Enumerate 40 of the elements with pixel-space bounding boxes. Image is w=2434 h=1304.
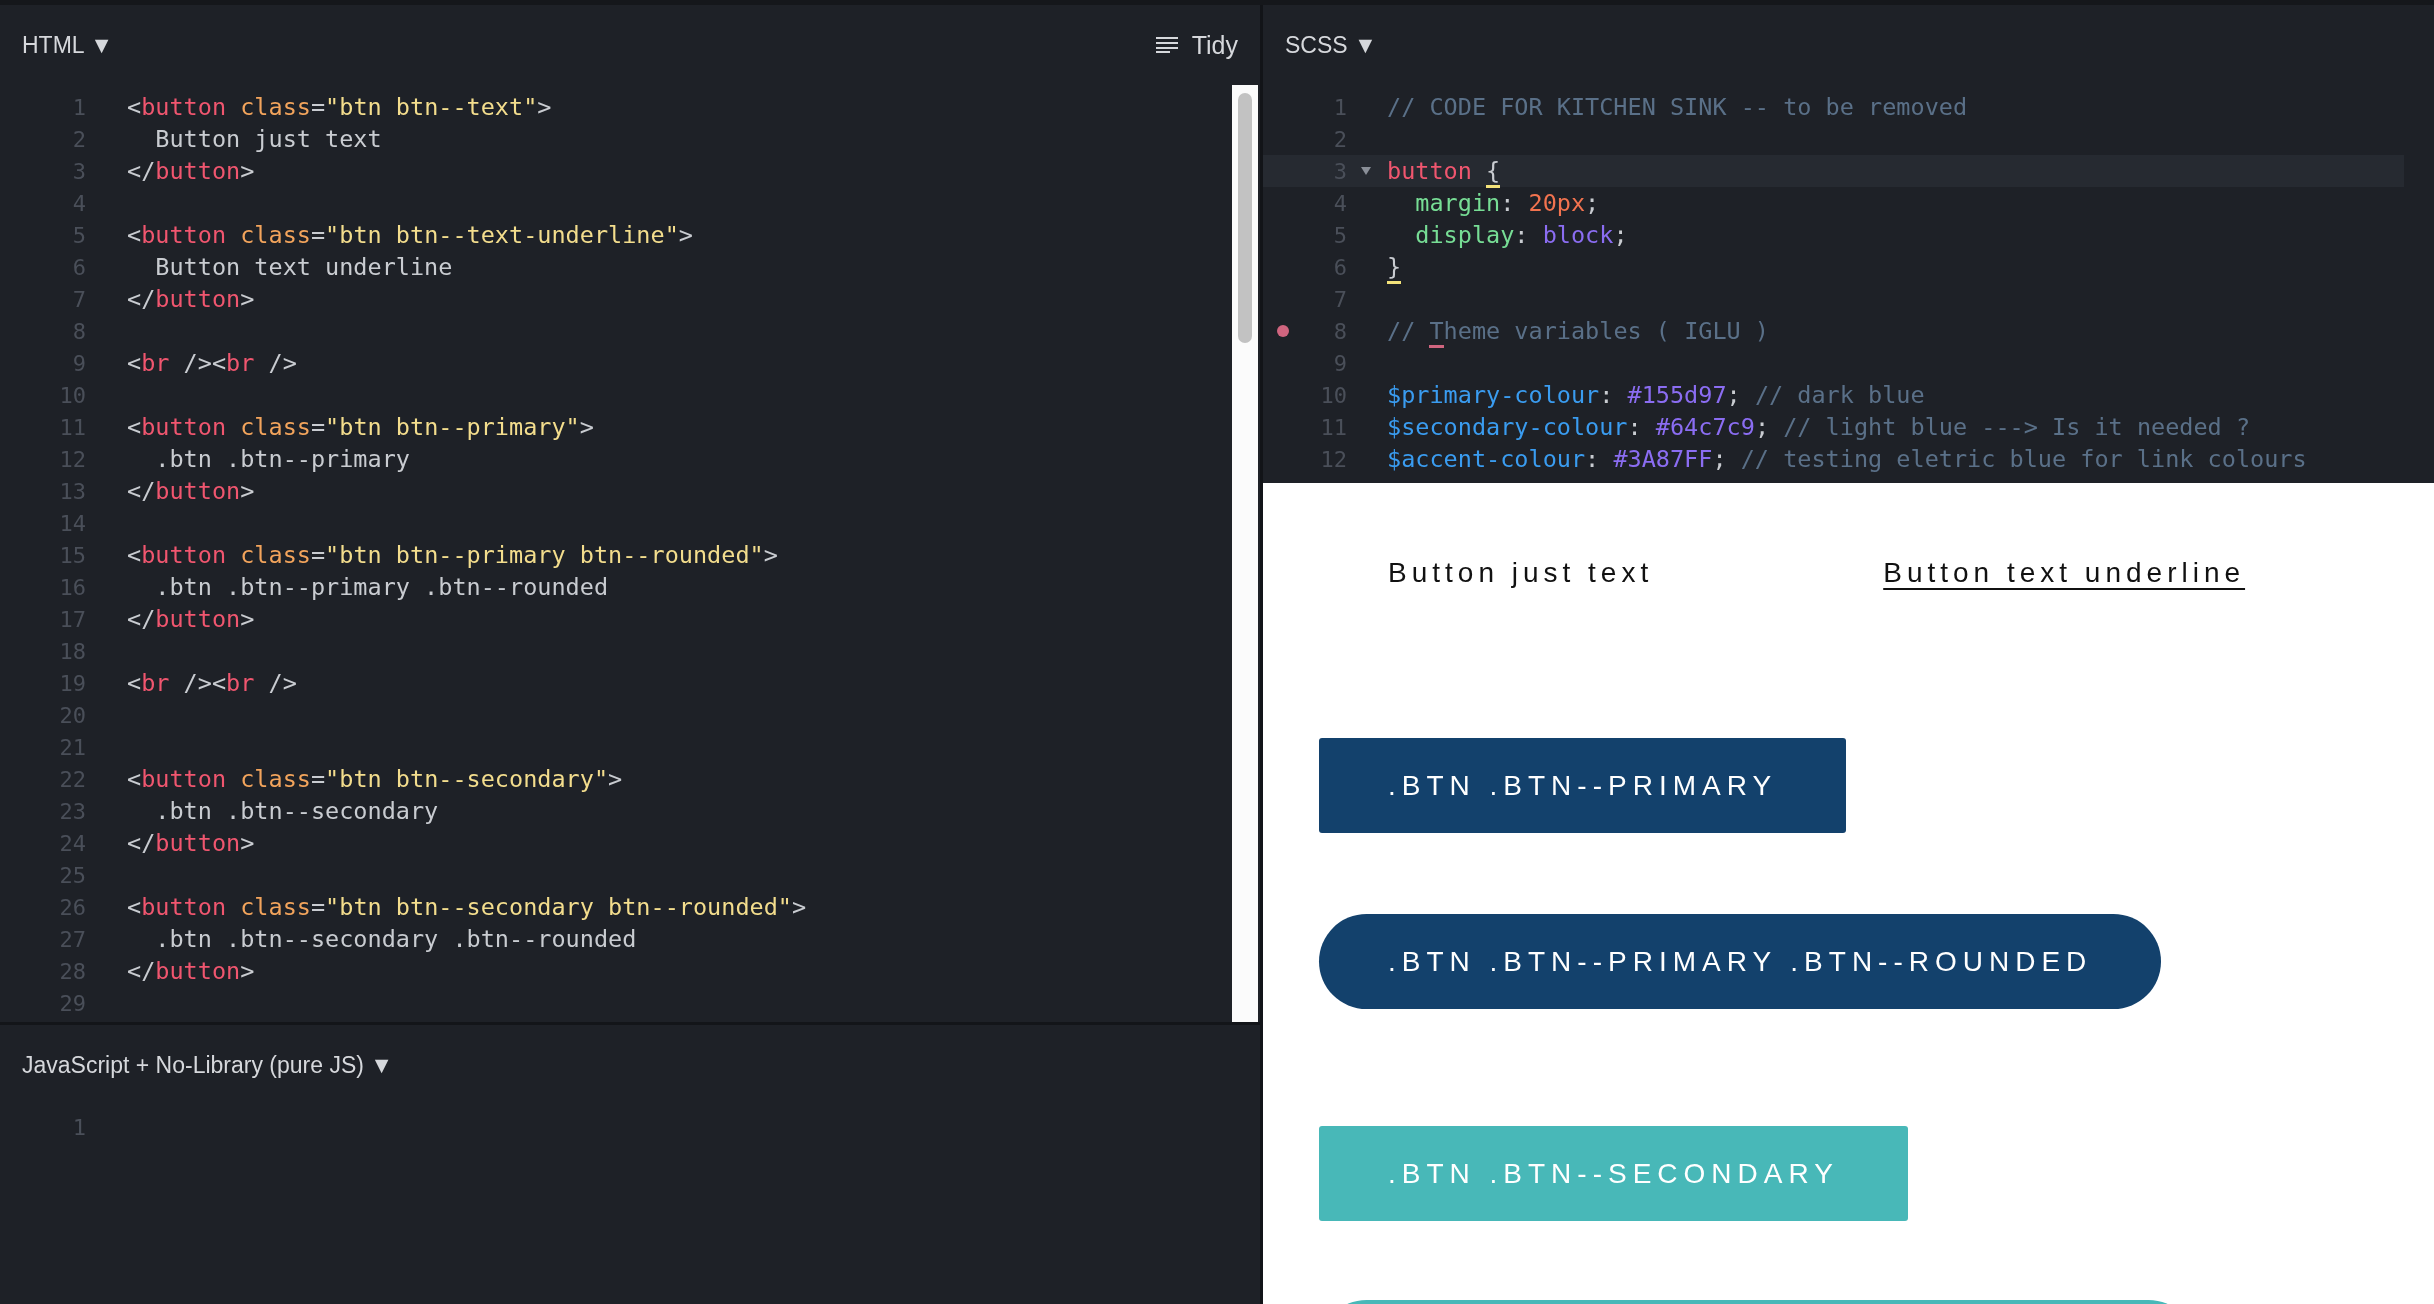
code-line: .btn .btn--secondary .btn--rounded <box>154 925 637 953</box>
code-line: .btn .btn--primary .btn--rounded <box>154 573 609 601</box>
code-line: .btn .btn--primary <box>154 445 410 473</box>
code-line: margin: 20px; <box>1414 189 1600 217</box>
code-line: <button class="btn btn--secondary"> <box>127 765 623 793</box>
code-line: <button class="btn btn--text"> <box>127 93 552 121</box>
preview-button[interactable]: .BTN .BTN--PRIMARY <box>1319 738 1847 833</box>
code-line: <button class="btn btn--text-underline"> <box>127 221 693 249</box>
code-line: .btn .btn--secondary <box>154 797 439 825</box>
language-dropdown[interactable]: JavaScript + No-Library (pure JS) ▼ <box>22 1051 394 1079</box>
text-button[interactable]: Button just text <box>1319 525 1723 620</box>
code-line: display: block; <box>1414 221 1628 249</box>
code-line: } <box>1387 253 1402 281</box>
code-line: </button> <box>127 157 255 185</box>
code-line: <button class="btn btn--primary btn--rounded"> <box>127 541 778 569</box>
align-lines-icon <box>1155 37 1178 53</box>
code-line: // Theme variables ( IGLU ) <box>1387 317 1770 345</box>
code-line: <br /><br /> <box>127 349 297 377</box>
code-line: Button text underline <box>154 253 453 281</box>
fold-caret-icon[interactable] <box>1361 167 1371 175</box>
language-dropdown[interactable]: HTML ▼ <box>22 31 113 59</box>
code-line: <br /><br /> <box>127 669 297 697</box>
code-line: $primary-colour: #155d97; // dark blue <box>1387 381 1925 409</box>
code-line: $accent-colour: #3A87FF; // testing eletric blue for link colours <box>1387 445 2307 473</box>
text-button[interactable]: Button text underline <box>1814 525 2315 620</box>
code-line: </button> <box>127 285 255 313</box>
code-line: button { <box>1387 157 1501 185</box>
code-line: </button> <box>127 605 255 633</box>
scrollbar[interactable] <box>1232 85 1258 1022</box>
code-line: </button> <box>127 957 255 985</box>
tidy-button[interactable]: Tidy <box>1155 30 1238 60</box>
code-line: </button> <box>127 829 255 857</box>
preview-button[interactable]: .BTN .BTN--PRIMARY .BTN--ROUNDED <box>1319 914 2162 1009</box>
code-line: </button> <box>127 477 255 505</box>
code-line: <button class="btn btn--secondary btn--rounded"> <box>127 893 807 921</box>
code-line: // CODE FOR KITCHEN SINK -- to be removed <box>1387 93 1968 121</box>
code-line: <button class="btn btn--primary"> <box>127 413 594 441</box>
code-line: $secondary-colour: #64c7c9; // light blue ---> Is it needed ? <box>1387 413 2251 441</box>
language-dropdown[interactable]: SCSS ▼ <box>1285 31 1377 59</box>
code-line: Button just text <box>154 125 382 153</box>
